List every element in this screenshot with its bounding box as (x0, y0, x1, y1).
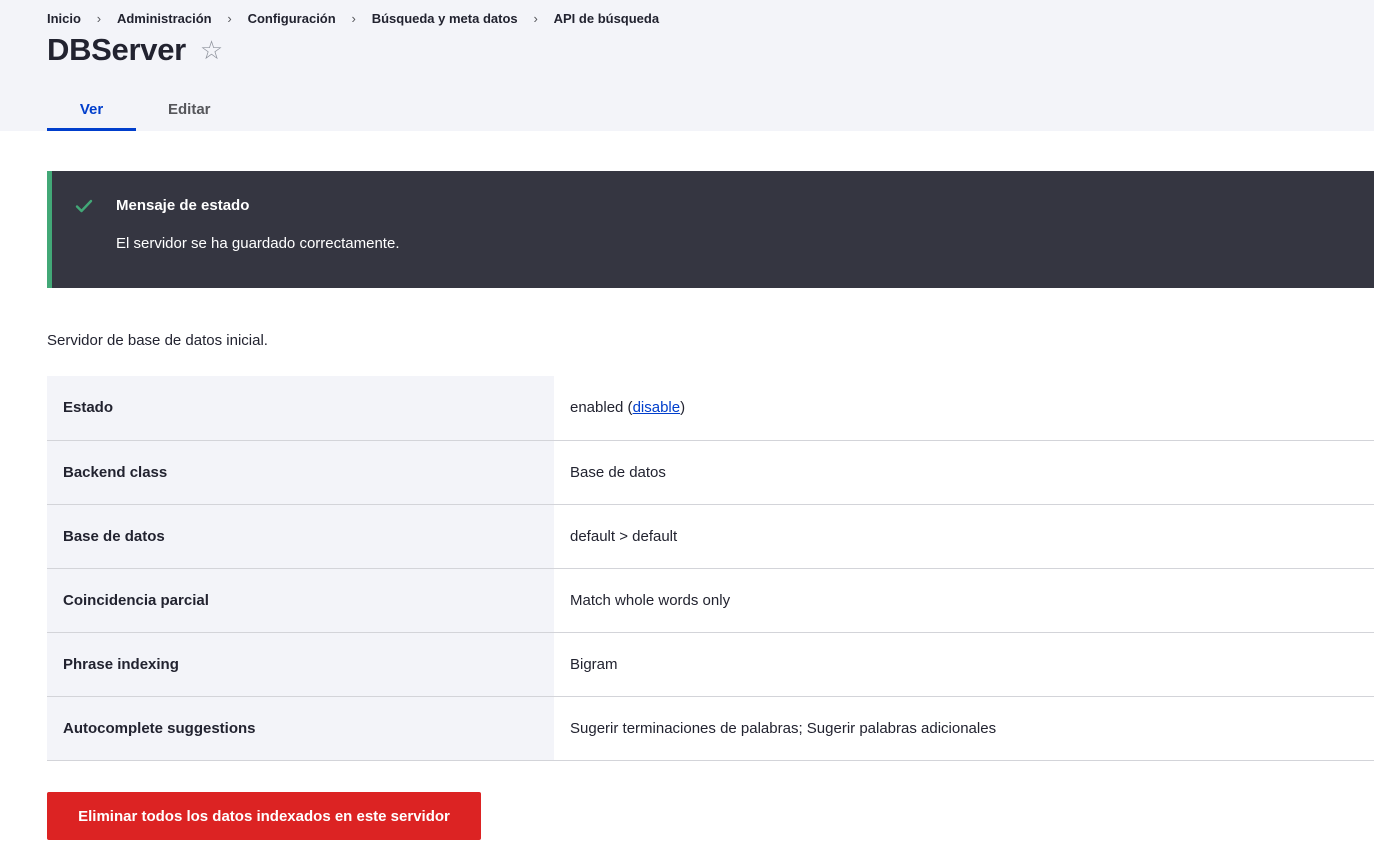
table-row: Phrase indexing Bigram (47, 632, 1374, 696)
row-label-estado: Estado (47, 376, 554, 440)
row-label-autocomplete: Autocomplete suggestions (47, 696, 554, 760)
table-row: Backend class Base de datos (47, 440, 1374, 504)
row-value-autocomplete: Sugerir terminaciones de palabras; Suger… (570, 719, 997, 737)
page-title: DBServer (47, 32, 186, 67)
status-message: Mensaje de estado El servidor se ha guar… (47, 171, 1374, 288)
primary-tabs: Ver Editar (47, 87, 243, 131)
status-message-title: Mensaje de estado (116, 197, 250, 214)
row-value-coincidencia-parcial: Match whole words only (570, 591, 731, 609)
table-row: Coincidencia parcial Match whole words o… (47, 568, 1374, 632)
breadcrumb-item-busqueda[interactable]: Búsqueda y meta datos (372, 11, 518, 26)
tab-editar[interactable]: Editar (136, 87, 243, 131)
row-label-coincidencia-parcial: Coincidencia parcial (47, 568, 554, 632)
server-description: Servidor de base de datos inicial. (47, 332, 268, 349)
status-message-text: El servidor se ha guardado correctamente… (116, 235, 400, 252)
tab-ver[interactable]: Ver (47, 87, 136, 131)
table-row: Autocomplete suggestions Sugerir termina… (47, 696, 1374, 760)
breadcrumb-separator-icon: › (96, 11, 102, 26)
row-value-phrase-indexing: Bigram (570, 655, 618, 673)
delete-indexed-data-button[interactable]: Eliminar todos los datos indexados en es… (47, 792, 481, 840)
breadcrumb-separator-icon: › (351, 11, 356, 26)
row-value-base-de-datos: default > default (570, 527, 678, 545)
breadcrumb: Inicio › Administración › Configuración … (47, 11, 659, 26)
row-value-estado: enabled (disable) (554, 376, 1374, 440)
star-outline-icon[interactable]: ☆ (200, 37, 223, 63)
server-details-table: Estado enabled (disable) Backend class B… (47, 376, 1374, 761)
row-label-base-de-datos: Base de datos (47, 504, 554, 568)
paren-open: ( (623, 399, 633, 417)
paren-close: ) (680, 399, 686, 417)
breadcrumb-separator-icon: › (533, 11, 538, 26)
page-header: Inicio › Administración › Configuración … (0, 0, 1374, 131)
table-row: Base de datos default > default (47, 504, 1374, 568)
row-value-backend-class: Base de datos (570, 463, 666, 481)
checkmark-icon (75, 199, 93, 213)
estado-value: enabled (570, 399, 624, 417)
breadcrumb-item-administracion[interactable]: Administración (117, 11, 212, 26)
breadcrumb-separator-icon: › (227, 11, 232, 26)
breadcrumb-item-inicio[interactable]: Inicio (47, 11, 81, 26)
breadcrumb-item-api-busqueda[interactable]: API de búsqueda (554, 11, 659, 26)
breadcrumb-item-configuracion[interactable]: Configuración (248, 11, 336, 26)
title-row: DBServer ☆ (47, 32, 223, 68)
row-label-backend-class: Backend class (47, 440, 554, 504)
table-row: Estado enabled (disable) (47, 376, 1374, 440)
row-label-phrase-indexing: Phrase indexing (47, 632, 554, 696)
disable-link[interactable]: disable (633, 399, 681, 416)
